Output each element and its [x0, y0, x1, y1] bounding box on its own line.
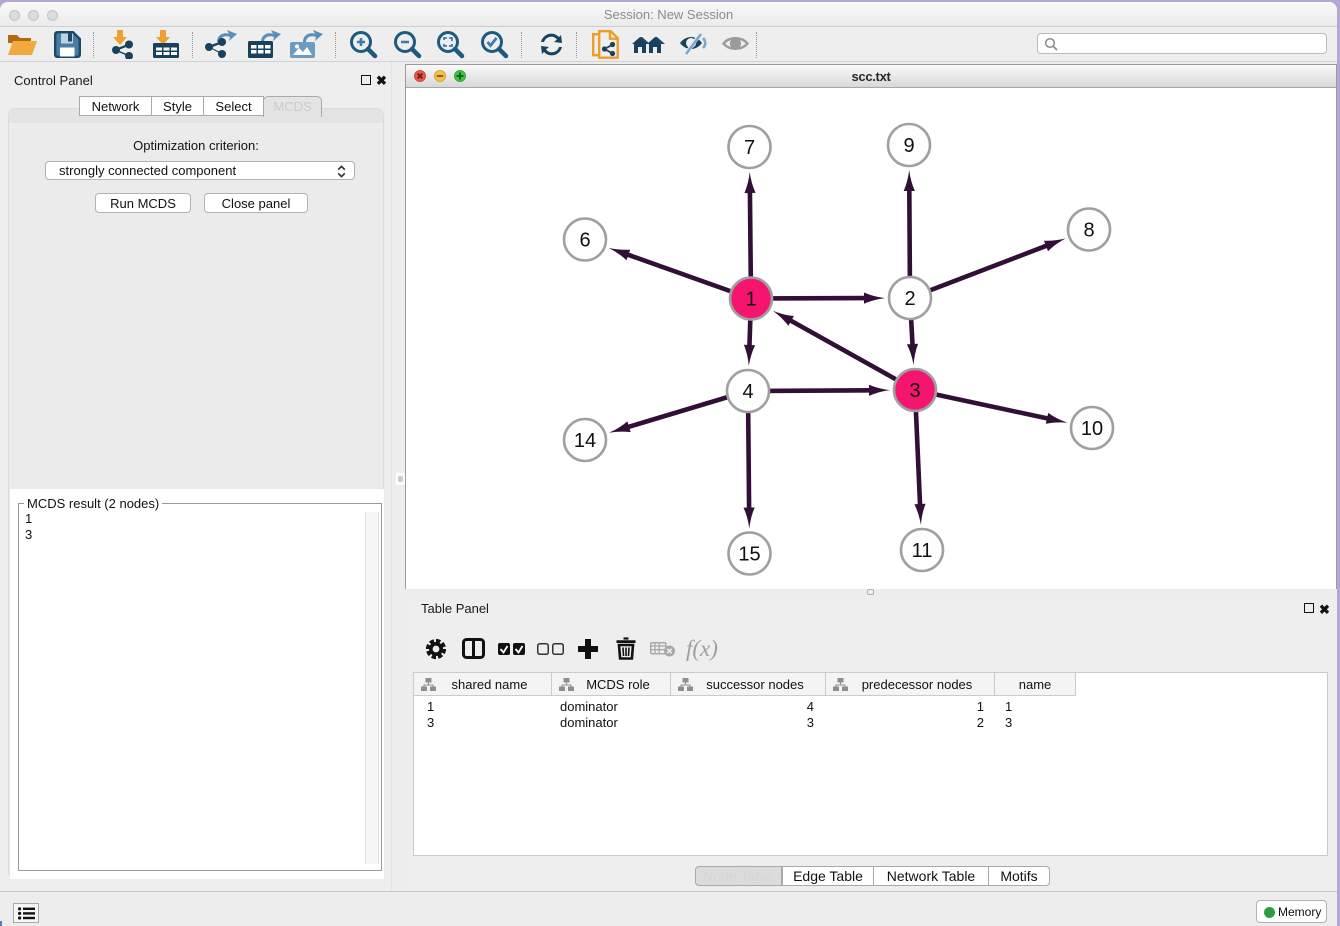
- svg-text:8: 8: [1083, 220, 1094, 242]
- svg-text:7: 7: [744, 137, 755, 159]
- svg-text:2: 2: [904, 288, 915, 310]
- svg-text:9: 9: [903, 135, 914, 157]
- svg-text:14: 14: [574, 430, 596, 452]
- svg-text:10: 10: [1081, 418, 1103, 440]
- svg-text:11: 11: [912, 540, 933, 562]
- svg-text:3: 3: [909, 380, 920, 402]
- svg-text:6: 6: [579, 230, 590, 252]
- svg-text:15: 15: [738, 544, 760, 566]
- svg-text:4: 4: [742, 381, 753, 403]
- svg-text:1: 1: [745, 289, 756, 311]
